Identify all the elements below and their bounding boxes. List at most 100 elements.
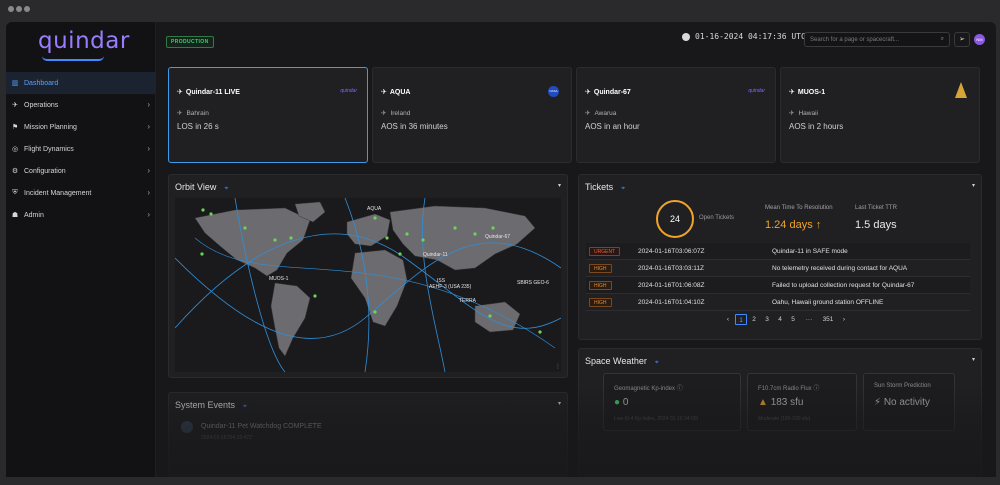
flag-icon: ⚑ bbox=[11, 124, 19, 131]
spacecraft-name-text: Quindar-67 bbox=[593, 89, 631, 96]
bookmark-icon[interactable]: ⌖ bbox=[621, 185, 625, 192]
open-tickets-count[interactable]: 24 bbox=[656, 200, 694, 238]
check-circle-icon: ● bbox=[614, 397, 621, 408]
search-placeholder: Search for a page or spacecraft... bbox=[810, 37, 900, 43]
sat-label-quindar-67: Quindar-67 bbox=[485, 234, 510, 240]
system-event-text[interactable]: Quindar-11 Pet Watchdog COMPLETE bbox=[201, 423, 322, 430]
sidebar-item-dashboard[interactable]: ▥ Dashboard bbox=[6, 72, 156, 94]
chevron-right-icon: › bbox=[147, 144, 150, 153]
table-row[interactable]: HIGH 2024-01-16T03:03:11Z No telemetry rec… bbox=[586, 260, 970, 277]
spacecraft-name: ✈ Quindar-11 LIVE bbox=[177, 88, 240, 96]
window-close-dot[interactable] bbox=[8, 6, 14, 12]
sidebar-item-incident-management[interactable]: ⛨ Incident Management › bbox=[6, 182, 156, 204]
table-row[interactable]: URGENT 2024-01-16T03:06:07Z Quindar-11 in … bbox=[586, 243, 970, 260]
sat-label-muos-1: MUOS-1 bbox=[269, 276, 289, 282]
prev-page-button[interactable]: ‹ bbox=[722, 314, 734, 325]
spacecraft-card-quindar-67[interactable]: ✈ Quindar-67 quindar ✈ Awarua AOS in an ho… bbox=[576, 67, 776, 163]
radio-flux-sub: Moderate (180-200 sfu) bbox=[758, 416, 811, 422]
contact-status: AOS in 2 hours bbox=[789, 122, 844, 131]
collapse-caret-icon[interactable]: ▾ bbox=[972, 182, 975, 189]
panel-title-text: Orbit View bbox=[175, 182, 217, 192]
users-icon: ☗ bbox=[11, 212, 19, 219]
send-feedback-button[interactable]: ➢ bbox=[954, 32, 970, 47]
spacecraft-name: ✈ Quindar-67 bbox=[585, 88, 631, 96]
page-button-351[interactable]: 351 bbox=[819, 314, 837, 325]
table-row[interactable]: HIGH 2024-01-16T01:06:08Z Failed to upload… bbox=[586, 277, 970, 294]
contact-status: LOS in 26 s bbox=[177, 122, 219, 131]
quindar-logo: quindar bbox=[748, 88, 765, 94]
gear-icon: ⚙ bbox=[11, 168, 19, 175]
sidebar-item-configuration[interactable]: ⚙ Configuration › bbox=[6, 160, 156, 182]
collapse-caret-icon[interactable]: ▾ bbox=[558, 182, 561, 189]
panel-title: System Events ⌖ bbox=[175, 400, 247, 411]
sidebar-item-flight-dynamics[interactable]: ◎ Flight Dynamics › bbox=[6, 138, 156, 160]
spacecraft-name: ✈ AQUA bbox=[381, 88, 411, 96]
next-page-button[interactable]: › bbox=[838, 314, 850, 325]
contact-status: AOS in 36 minutes bbox=[381, 122, 448, 131]
antenna-icon: ✈ bbox=[381, 110, 387, 117]
satellite-icon: ✈ bbox=[381, 89, 387, 96]
ticket-time: 2024-01-16T01:06:08Z bbox=[638, 282, 705, 289]
spacecraft-card-aqua[interactable]: ✈ AQUA NASA ✈ Ireland AOS in 36 minutes bbox=[372, 67, 572, 163]
window-maximize-dot[interactable] bbox=[24, 6, 30, 12]
chevron-right-icon: › bbox=[147, 210, 150, 219]
bookmark-icon[interactable]: ⌖ bbox=[224, 185, 228, 192]
radio-flux-card[interactable]: F10.7cm Radio Flux ⓘ ▲ 183 sfu Moderate … bbox=[747, 373, 857, 431]
orbit-map[interactable]: AQUA Quindar-67 Quindar-11 MUOS-1 ISS AE… bbox=[175, 198, 561, 372]
spacecraft-card-muos-1[interactable]: ✈ MUOS-1 ✈ Hawaii AOS in 2 hours bbox=[780, 67, 980, 163]
bookmark-icon[interactable]: ⌖ bbox=[243, 403, 247, 410]
page-button-3[interactable]: 3 bbox=[761, 314, 773, 325]
ground-station-text: Ireland bbox=[390, 110, 411, 117]
quindar-logo[interactable]: quindar bbox=[38, 28, 130, 54]
environment-badge: PRODUCTION bbox=[166, 36, 214, 48]
sun-storm-card[interactable]: Sun Storm Prediction ⚡ No activity bbox=[863, 373, 955, 431]
panel-title-text: Space Weather bbox=[585, 356, 647, 366]
sidebar-item-label: Incident Management bbox=[24, 189, 92, 197]
page-button-4[interactable]: 4 bbox=[774, 314, 786, 325]
spacecraft-name-text: AQUA bbox=[389, 89, 411, 96]
ticket-description: Quindar-11 in SAFE mode bbox=[772, 248, 848, 255]
orbit-icon: ◎ bbox=[11, 146, 19, 153]
page-button-5[interactable]: 5 bbox=[787, 314, 799, 325]
kp-index-card[interactable]: Geomagnetic Kp-index ⓘ ● 0 Low (0-4 Kp I… bbox=[603, 373, 741, 431]
sidebar-item-admin[interactable]: ☗ Admin › bbox=[6, 204, 156, 226]
collapse-caret-icon[interactable]: ▾ bbox=[972, 356, 975, 363]
sat-label-aehf-3: AEHF-3 (USA 235) bbox=[429, 284, 472, 290]
table-row[interactable]: HIGH 2024-01-16T01:04:10Z Oahu, Hawaii gro… bbox=[586, 294, 970, 311]
sun-storm-value: ⚡ No activity bbox=[874, 397, 930, 408]
sidebar-item-label: Dashboard bbox=[24, 79, 59, 87]
more-vertical-icon: ⋮ bbox=[555, 363, 561, 370]
search-icon: ⌕ bbox=[940, 36, 944, 42]
page-button-2[interactable]: 2 bbox=[748, 314, 760, 325]
window-minimize-dot[interactable] bbox=[16, 6, 22, 12]
sat-label-terra: TERRA bbox=[459, 298, 477, 304]
ticket-time: 2024-01-16T03:06:07Z bbox=[638, 248, 705, 255]
cone-logo-icon bbox=[955, 82, 967, 98]
panel-title: Tickets ⌖ bbox=[585, 182, 625, 193]
sidebar-item-mission-planning[interactable]: ⚑ Mission Planning › bbox=[6, 116, 156, 138]
tickets-table: URGENT 2024-01-16T03:06:07Z Quindar-11 in … bbox=[586, 243, 970, 311]
last-ttr-value: 1.5 days bbox=[855, 219, 897, 231]
utc-clock: 01-16-2024 04:17:36 UTC bbox=[682, 32, 806, 41]
ground-station-text: Awarua bbox=[594, 110, 617, 117]
spacecraft-card-quindar-11[interactable]: ✈ Quindar-11 LIVE quindar ✈ Bahrain LOS in… bbox=[168, 67, 368, 163]
sidebar-item-label: Flight Dynamics bbox=[24, 145, 74, 153]
event-icon bbox=[181, 421, 193, 433]
bookmark-icon[interactable]: ⌖ bbox=[655, 359, 659, 366]
last-ttr-label: Last Ticket TTR bbox=[855, 205, 897, 211]
satellite-icon: ✈ bbox=[789, 89, 795, 96]
sun-storm-label: Sun Storm Prediction bbox=[874, 383, 931, 389]
chevron-right-icon: › bbox=[147, 188, 150, 197]
globe-icon bbox=[682, 32, 690, 41]
page-button-1[interactable]: 1 bbox=[735, 314, 747, 325]
chevron-right-icon: › bbox=[147, 122, 150, 131]
severity-badge: URGENT bbox=[589, 247, 621, 256]
search-input[interactable]: Search for a page or spacecraft... ⌕ bbox=[804, 32, 950, 47]
ground-station-text: Hawaii bbox=[798, 110, 818, 117]
warning-icon: ▲ bbox=[758, 397, 768, 408]
mttr-value: 1.24 days ↑ bbox=[765, 219, 822, 231]
sidebar-item-operations[interactable]: ✈ Operations › bbox=[6, 94, 156, 116]
collapse-caret-icon[interactable]: ▾ bbox=[558, 400, 561, 407]
avatar[interactable]: NM bbox=[974, 34, 985, 45]
ground-station: ✈ Awarua bbox=[585, 109, 616, 117]
